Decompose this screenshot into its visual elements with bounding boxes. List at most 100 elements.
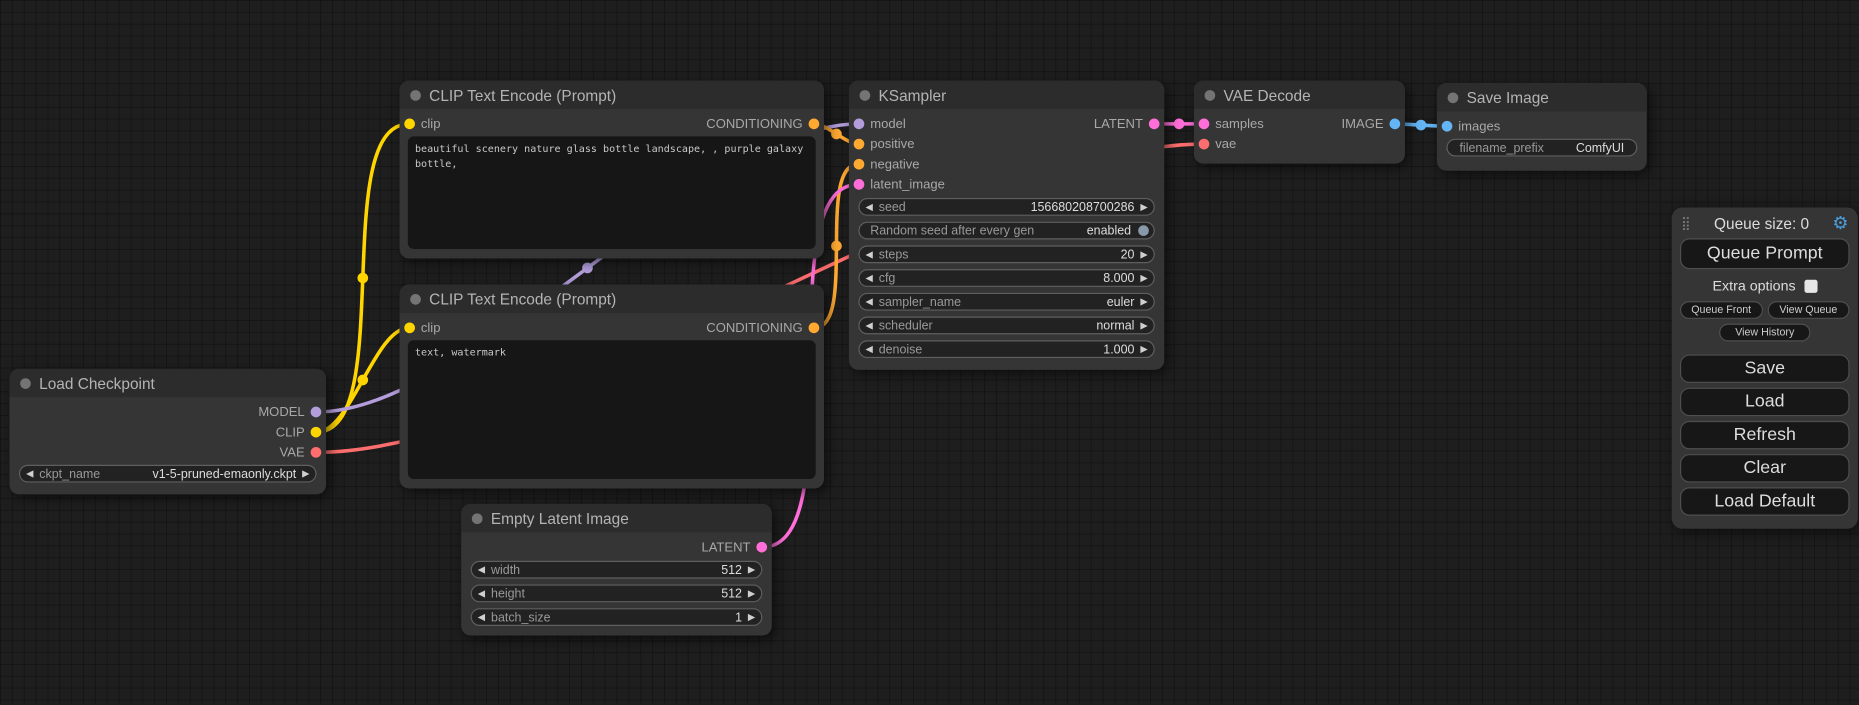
decrement-icon[interactable]: ◀ xyxy=(472,612,491,621)
vae-output-dot[interactable] xyxy=(311,447,322,458)
widget-value: 512 xyxy=(721,563,742,577)
increment-icon[interactable]: ▶ xyxy=(1134,344,1153,353)
positive-prompt-textarea[interactable]: beautiful scenery nature glass bottle la… xyxy=(408,136,816,249)
refresh-button[interactable]: Refresh xyxy=(1680,421,1850,449)
widget-batch-size[interactable]: ◀ batch_size 1 ▶ xyxy=(471,608,763,626)
node-title-bar[interactable]: CLIP Text Encode (Prompt) xyxy=(400,285,824,313)
decrement-icon[interactable]: ◀ xyxy=(472,565,491,574)
vae-input-dot[interactable] xyxy=(1199,139,1210,150)
output-slot-vae[interactable]: VAE xyxy=(280,445,322,459)
conditioning-output-dot[interactable] xyxy=(809,119,820,130)
increment-icon[interactable]: ▶ xyxy=(1134,321,1153,330)
decrement-icon[interactable]: ◀ xyxy=(860,202,879,211)
increment-icon[interactable]: ▶ xyxy=(742,589,761,598)
graph-canvas[interactable]: Load Checkpoint MODEL CLIP VAE xyxy=(0,0,1859,705)
model-input-dot[interactable] xyxy=(854,119,865,130)
widget-random-seed-toggle[interactable]: Random seed after every gen enabled xyxy=(858,222,1154,240)
output-slot-conditioning[interactable]: CONDITIONING xyxy=(706,321,819,335)
slot-label: vae xyxy=(1215,137,1236,151)
view-history-button[interactable]: View History xyxy=(1719,324,1811,342)
node-title-bar[interactable]: Load Checkpoint xyxy=(9,369,326,397)
output-slot-model[interactable]: MODEL xyxy=(258,405,321,419)
decrement-icon[interactable]: ◀ xyxy=(860,297,879,306)
widget-value: 1.000 xyxy=(1103,342,1134,356)
input-slot-clip[interactable]: clip xyxy=(404,117,440,131)
input-slot-latent-image[interactable]: latent_image xyxy=(854,177,945,191)
widget-label: height xyxy=(491,586,525,600)
load-default-button[interactable]: Load Default xyxy=(1680,487,1850,515)
output-slot-conditioning[interactable]: CONDITIONING xyxy=(706,117,819,131)
widget-seed[interactable]: ◀ seed 156680208700286 ▶ xyxy=(858,198,1154,216)
latent-output-dot[interactable] xyxy=(756,542,767,553)
settings-gear-icon[interactable]: ⚙ xyxy=(1832,215,1848,233)
negative-prompt-textarea[interactable]: text, watermark xyxy=(408,340,816,479)
widget-denoise[interactable]: ◀ denoise 1.000 ▶ xyxy=(858,340,1154,358)
increment-icon[interactable]: ▶ xyxy=(1134,273,1153,282)
increment-icon[interactable]: ▶ xyxy=(1134,250,1153,259)
increment-icon[interactable]: ▶ xyxy=(1134,202,1153,211)
positive-input-dot[interactable] xyxy=(854,139,865,150)
toggle-knob-icon[interactable] xyxy=(1138,225,1149,236)
samples-input-dot[interactable] xyxy=(1199,119,1210,130)
decrement-icon[interactable]: ◀ xyxy=(860,273,879,282)
input-slot-vae[interactable]: vae xyxy=(1199,137,1237,151)
clip-input-dot[interactable] xyxy=(404,119,415,130)
image-output-dot[interactable] xyxy=(1390,119,1401,130)
decrement-icon[interactable]: ◀ xyxy=(860,321,879,330)
clear-button[interactable]: Clear xyxy=(1680,454,1850,482)
decrement-icon[interactable]: ◀ xyxy=(860,250,879,259)
widget-width[interactable]: ◀ width 512 ▶ xyxy=(471,561,763,579)
negative-input-dot[interactable] xyxy=(854,159,865,170)
latent-output-dot[interactable] xyxy=(1149,119,1160,130)
clip-input-dot[interactable] xyxy=(404,322,415,333)
decrement-icon[interactable]: ◀ xyxy=(472,589,491,598)
widget-cfg[interactable]: ◀ cfg 8.000 ▶ xyxy=(858,269,1154,287)
decrement-icon[interactable]: ◀ xyxy=(860,344,879,353)
node-empty-latent-image[interactable]: Empty Latent Image LATENT ◀ width 512 ▶ … xyxy=(461,504,772,636)
input-slot-images[interactable]: images xyxy=(1442,119,1501,133)
view-queue-button[interactable]: View Queue xyxy=(1767,301,1849,319)
node-load-checkpoint[interactable]: Load Checkpoint MODEL CLIP VAE xyxy=(9,369,326,495)
node-title-bar[interactable]: Save Image xyxy=(1437,83,1647,111)
node-title-bar[interactable]: KSampler xyxy=(849,81,1164,109)
node-title-bar[interactable]: Empty Latent Image xyxy=(461,504,772,532)
widget-sampler-name[interactable]: ◀ sampler_name euler ▶ xyxy=(858,293,1154,311)
increment-icon[interactable]: ▶ xyxy=(742,565,761,574)
input-slot-positive[interactable]: positive xyxy=(854,137,915,151)
increment-icon[interactable]: ▶ xyxy=(1134,297,1153,306)
node-clip-text-encode-positive[interactable]: CLIP Text Encode (Prompt) clip CONDITION… xyxy=(400,81,824,259)
increment-icon[interactable]: ▶ xyxy=(742,612,761,621)
output-slot-image[interactable]: IMAGE xyxy=(1342,117,1401,131)
increment-icon[interactable]: ▶ xyxy=(296,469,315,478)
output-slot-clip[interactable]: CLIP xyxy=(276,425,322,439)
save-button[interactable]: Save xyxy=(1680,354,1850,382)
output-slot-latent[interactable]: LATENT xyxy=(701,540,767,554)
widget-filename-prefix[interactable]: filename_prefix ComfyUI xyxy=(1446,139,1637,157)
queue-front-button[interactable]: Queue Front xyxy=(1680,301,1762,319)
input-slot-clip[interactable]: clip xyxy=(404,321,440,335)
input-slot-negative[interactable]: negative xyxy=(854,157,920,171)
clip-output-dot[interactable] xyxy=(311,427,322,438)
node-title-bar[interactable]: VAE Decode xyxy=(1194,81,1405,109)
decrement-icon[interactable]: ◀ xyxy=(20,469,39,478)
node-clip-text-encode-negative[interactable]: CLIP Text Encode (Prompt) clip CONDITION… xyxy=(400,285,824,489)
input-slot-samples[interactable]: samples xyxy=(1199,117,1264,131)
widget-steps[interactable]: ◀ steps 20 ▶ xyxy=(858,245,1154,263)
widget-ckpt-name[interactable]: ◀ ckpt_name v1-5-pruned-emaonly.ckpt ▶ xyxy=(19,465,317,483)
conditioning-output-dot[interactable] xyxy=(809,322,820,333)
images-input-dot[interactable] xyxy=(1442,121,1453,132)
node-title-bar[interactable]: CLIP Text Encode (Prompt) xyxy=(400,81,824,109)
load-button[interactable]: Load xyxy=(1680,388,1850,416)
node-save-image[interactable]: Save Image images filename_prefix ComfyU… xyxy=(1437,83,1647,171)
node-ksampler[interactable]: KSampler model LATENT positive xyxy=(849,81,1164,370)
widget-height[interactable]: ◀ height 512 ▶ xyxy=(471,585,763,603)
node-vae-decode[interactable]: VAE Decode samples IMAGE vae xyxy=(1194,81,1405,164)
latent-image-input-dot[interactable] xyxy=(854,179,865,190)
queue-prompt-button[interactable]: Queue Prompt xyxy=(1680,238,1850,269)
output-slot-latent[interactable]: LATENT xyxy=(1094,117,1160,131)
input-slot-model[interactable]: model xyxy=(854,117,906,131)
widget-scheduler[interactable]: ◀ scheduler normal ▶ xyxy=(858,317,1154,335)
model-output-dot[interactable] xyxy=(311,407,322,418)
extra-options-checkbox[interactable] xyxy=(1804,279,1817,292)
drag-handle-icon[interactable]: ⣿ xyxy=(1681,216,1691,231)
